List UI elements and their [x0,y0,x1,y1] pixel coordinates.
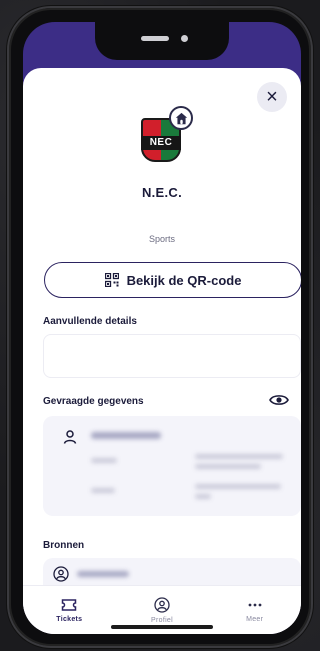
additional-details-title: Aanvullende details [43,316,137,327]
pass-detail-sheet: × NEC N.E.C. Sports Bekijk de QR-code Aa… [23,68,301,634]
additional-details-box [43,334,301,378]
camera [181,35,188,42]
requested-data-card [43,416,301,516]
more-icon [248,603,262,606]
home-badge [169,106,193,130]
phone-notch [95,22,229,60]
speaker [141,36,169,41]
club-category: Sports [148,234,175,244]
blurred-name [91,432,161,439]
profile-icon [154,596,170,613]
view-qr-code-label: Bekijk de QR-code [126,272,242,288]
close-button[interactable]: × [257,82,287,112]
account-icon [53,566,69,582]
close-icon: × [266,86,278,108]
blurred-value [195,454,283,459]
phone-frame: × NEC N.E.C. Sports Bekijk de QR-code Aa… [7,6,313,648]
logo-text: NEC [141,136,181,150]
home-icon [175,112,187,124]
tab-more-label: Meer [246,615,264,623]
blurred-label [91,488,115,493]
tab-more[interactable]: Meer [208,586,301,634]
blurred-value [195,494,211,499]
tab-tickets-label: Tickets [56,615,83,623]
requested-data-title: Gevraagde gegevens [43,396,144,407]
person-icon [63,430,77,444]
club-logo: NEC [137,106,193,170]
sources-title: Bronnen [43,540,85,551]
club-name: N.E.C. [141,185,183,200]
view-qr-code-button[interactable]: Bekijk de QR-code [44,262,301,298]
tab-profile-label: Profiel [151,616,173,624]
blurred-label [91,458,117,463]
blurred-source [77,571,129,577]
qr-code-icon [104,273,119,287]
blurred-value [195,484,281,489]
eye-icon[interactable] [269,393,289,407]
ticket-icon [62,598,77,611]
home-indicator[interactable] [111,625,213,629]
tab-tickets[interactable]: Tickets [23,586,116,634]
phone-screen: × NEC N.E.C. Sports Bekijk de QR-code Aa… [23,22,301,634]
blurred-value [195,464,261,469]
